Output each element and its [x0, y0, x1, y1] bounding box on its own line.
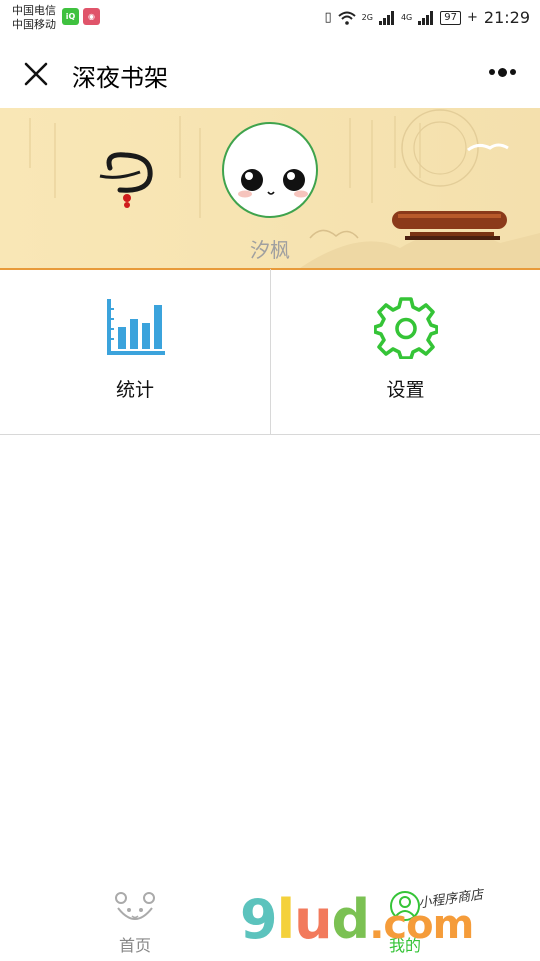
watermark-letter-g: 9	[240, 888, 277, 951]
statistics-menu-item[interactable]: 统计	[0, 269, 270, 434]
carrier-info: 中国电信 中国移动	[12, 4, 56, 32]
settings-label: 设置	[271, 375, 540, 402]
signal-icon-1	[379, 11, 395, 25]
vibrate-icon: ▯	[325, 10, 332, 25]
close-button[interactable]	[18, 56, 54, 92]
watermark-letter-d: d	[332, 888, 370, 951]
page-title: 深夜书架	[72, 58, 168, 93]
close-icon	[23, 61, 49, 87]
gear-icon	[374, 295, 438, 359]
iqiyi-notification-icon: iQ	[62, 8, 79, 25]
tab-home-label: 首页	[85, 932, 185, 956]
wifi-icon	[338, 11, 356, 25]
app-notification-icon: ◉	[83, 8, 100, 25]
statistics-label: 统计	[0, 375, 270, 402]
carrier-2: 中国移动	[12, 18, 56, 32]
more-menu-button[interactable]	[482, 60, 522, 84]
home-face-icon	[113, 890, 157, 926]
more-dot-icon	[489, 69, 495, 75]
clock: 21:29	[484, 8, 530, 27]
battery-indicator: 97	[440, 11, 461, 25]
more-dot-icon	[498, 68, 507, 77]
profile-banner: 汐枫	[0, 108, 540, 270]
signal-icon-2	[418, 11, 434, 25]
watermark: 9lud.com 小程序商店	[240, 884, 540, 956]
signal-4g-label: 4G	[401, 13, 412, 22]
status-right: ▯ 2G 4G 97 + 21:29	[325, 8, 531, 27]
carrier-1: 中国电信	[12, 4, 56, 18]
watermark-letter-u: u	[294, 888, 331, 951]
navigation-bar: 深夜书架	[0, 38, 540, 108]
notification-icons: iQ ◉	[62, 8, 100, 25]
menu-grid: 统计 设置	[0, 269, 540, 435]
more-dot-icon	[510, 69, 516, 75]
status-bar: 中国电信 中国移动 iQ ◉ ▯ 2G 4G 97 + 21:29	[0, 0, 540, 38]
signal-2g-label: 2G	[362, 13, 373, 22]
settings-menu-item[interactable]: 设置	[270, 269, 540, 434]
avatar[interactable]	[222, 122, 318, 218]
watermark-letter-l: l	[277, 888, 295, 951]
user-nickname: 汐枫	[0, 234, 540, 263]
cute-face-avatar-icon	[224, 124, 316, 216]
charging-icon: +	[467, 10, 478, 25]
bar-chart-icon	[103, 295, 167, 359]
watermark-dot: .	[369, 902, 383, 948]
tab-home[interactable]: 首页	[85, 890, 185, 956]
